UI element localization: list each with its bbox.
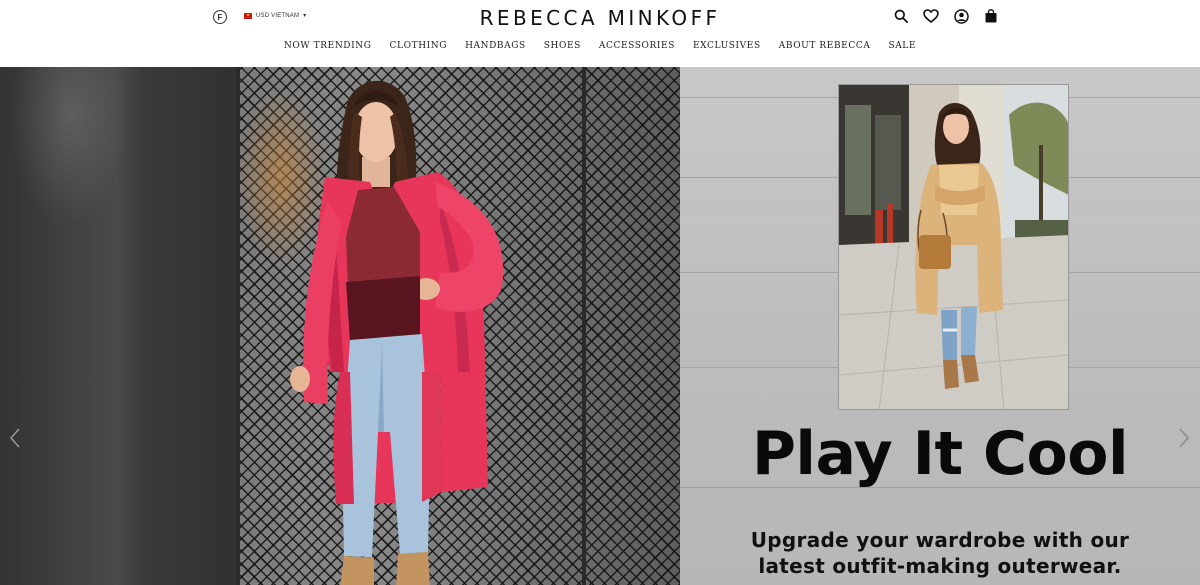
account-icon[interactable] bbox=[953, 8, 969, 24]
heart-icon[interactable] bbox=[923, 8, 939, 24]
gate-post bbox=[236, 67, 240, 585]
brand-logo-text: REBECCA MINKOFF bbox=[479, 6, 721, 30]
nav-item-exclusives[interactable]: EXCLUSIVES bbox=[684, 41, 770, 51]
carousel-prev-button[interactable] bbox=[8, 425, 22, 451]
hero-subheadline-line-2: latest outfit-making outerwear. bbox=[758, 554, 1122, 578]
hero-subheadline-line-1: Upgrade your wardrobe with our bbox=[750, 528, 1130, 552]
hero-headline: Play It Cool bbox=[751, 419, 1129, 489]
nav-item-now-trending[interactable]: NOW TRENDING bbox=[275, 41, 381, 51]
header-actions bbox=[893, 8, 999, 24]
search-icon[interactable] bbox=[893, 8, 909, 24]
nav-item-clothing[interactable]: CLOTHING bbox=[381, 41, 457, 51]
main-navigation: NOW TRENDING CLOTHING HANDBAGS SHOES ACC… bbox=[0, 41, 1200, 51]
nav-item-shoes[interactable]: SHOES bbox=[535, 41, 590, 51]
nav-item-accessories[interactable]: ACCESSORIES bbox=[590, 41, 684, 51]
model-camel-coat-figure bbox=[839, 85, 1068, 409]
gate-post bbox=[582, 67, 586, 585]
nav-item-handbags[interactable]: HANDBAGS bbox=[456, 41, 535, 51]
hero-subheadline: Upgrade your wardrobe with our latest ou… bbox=[680, 527, 1200, 579]
nav-item-about-rebecca[interactable]: ABOUT REBECCA bbox=[770, 41, 880, 51]
nav-item-sale[interactable]: SALE bbox=[879, 41, 925, 51]
inset-street-photo bbox=[838, 84, 1069, 410]
brand-logo[interactable]: REBECCA MINKOFF bbox=[0, 6, 1200, 30]
site-header: F USD VIETNAM ▾ REBECCA MINKOFF NOW TREN… bbox=[0, 0, 1200, 67]
chevron-left-icon bbox=[9, 428, 20, 448]
hero-left-photo bbox=[0, 67, 680, 585]
bag-icon[interactable] bbox=[983, 8, 999, 24]
wall-texture bbox=[10, 67, 130, 227]
model-pink-coat-figure bbox=[290, 80, 504, 585]
